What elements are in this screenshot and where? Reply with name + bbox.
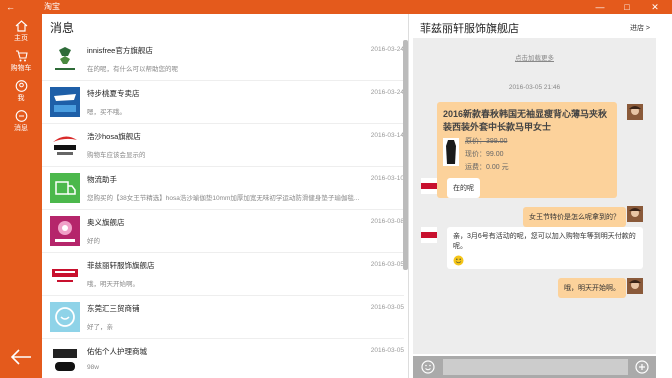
list-item-date: 2016-03-05 (370, 347, 404, 354)
list-item-name: 菲兹丽轩服饰旗舰店 (87, 261, 155, 270)
list-item-preview: 哦，明天开始啊。 (87, 281, 139, 288)
sidebar-item-home[interactable]: 主页 (0, 18, 42, 48)
plus-icon[interactable] (635, 360, 649, 374)
arrow-left-icon[interactable] (10, 348, 32, 366)
sidebar-item-me[interactable]: 我 (0, 78, 42, 108)
chat-message-incoming: 亲，3月6号有活动的呢，您可以加入购物车等到明天付款的呢。 (447, 227, 643, 269)
smile-icon[interactable] (421, 360, 435, 374)
product-shipping: 运费：0.00 元 (465, 164, 509, 171)
user-avatar (627, 104, 643, 120)
truck-icon (50, 173, 80, 203)
list-item-date: 2016-03-05 (370, 261, 404, 268)
message-list: 消息 innisfree官方旗舰店 在的呢，有什么可以帮助您的呢 2016-03… (42, 14, 409, 378)
list-item-name: 东莞汇三贸商铺 (87, 304, 140, 313)
list-item-preview: 在的呢，有什么可以帮助您的呢 (87, 66, 178, 73)
list-item-date: 2016-03-14 (370, 132, 404, 139)
product-title: 2016新款春秋韩国无袖显瘦背心薄马夹秋装西装外套中长款马甲女士 (443, 109, 608, 132)
maximize-button[interactable]: □ (617, 0, 637, 14)
shop-logo-icon (50, 130, 80, 160)
list-item-date: 2016-03-24 (370, 46, 404, 53)
message-list-header: 消息 (50, 21, 75, 35)
chat-shop-name: 菲兹丽轩服饰旗舰店 (420, 23, 519, 35)
app-title: 淘宝 (44, 2, 60, 11)
sidebar-item-label: 消息 (14, 125, 28, 132)
shop-logo-icon (50, 216, 80, 246)
shop-avatar (421, 227, 437, 243)
chat-message-text: 亲，3月6号有活动的呢，您可以加入购物车等到明天付款的呢。 (453, 233, 636, 250)
list-item[interactable]: 奥义旗舰店 好的 2016-03-08 (42, 210, 404, 253)
list-item[interactable]: 东莞汇三贸商铺 好了，亲 2016-03-05 (42, 296, 404, 339)
list-item[interactable]: 特步桃夏专卖店 嗯，买不哦。 2016-03-24 (42, 81, 404, 124)
sidebar-item-cart[interactable]: 购物车 (0, 48, 42, 78)
sidebar-item-label: 购物车 (10, 65, 32, 72)
list-scrollbar[interactable] (403, 40, 408, 270)
chat-message-outgoing: 哦，明天开始啊。 (558, 278, 626, 298)
list-item-name: 奥义旗舰店 (87, 218, 125, 227)
list-item[interactable]: 物流助手 您购买的【38女王节精选】hosa浩沙瑜伽垫10mm加厚加宽无味初学运… (42, 167, 404, 210)
sidebar-item-label: 我 (17, 95, 25, 102)
title-bar: ← 淘宝 — □ ✕ (0, 0, 672, 14)
list-item-date: 2016-03-05 (370, 304, 404, 311)
list-item-date: 2016-03-10 (370, 175, 404, 182)
list-item-preview: 好了，亲 (87, 324, 113, 331)
list-item-date: 2016-03-24 (370, 89, 404, 96)
message-icon (15, 110, 27, 122)
cart-icon (15, 50, 28, 62)
sidebar-item-messages[interactable]: 消息 (0, 108, 42, 138)
chat-timestamp: 2016-03-05 21:46 (508, 84, 561, 91)
shop-logo-icon (50, 44, 80, 74)
list-item-preview: 好的 (87, 238, 100, 245)
chat-message-incoming: 在的呢 (447, 178, 480, 198)
list-item-preview: 嗯，买不哦。 (87, 109, 126, 116)
close-button[interactable]: ✕ (645, 0, 665, 14)
list-item-name: innisfree官方旗舰店 (87, 46, 153, 55)
list-item[interactable]: 浩沙hosa旗舰店 购物车应该会显示的 2016-03-14 (42, 124, 404, 167)
list-item[interactable]: 佑佑个人护理商城 98w 2016-03-05 (42, 339, 404, 378)
list-item-name: 物流助手 (87, 175, 117, 184)
shop-avatar (421, 178, 437, 194)
list-item-preview: 您购买的【38女王节精选】hosa浩沙瑜伽垫10mm加厚加宽无味初学运动防滑健身… (87, 195, 360, 202)
chat-panel: 菲兹丽轩服饰旗舰店 进店 > 点击加载更多 2016-03-05 21:46 2… (411, 14, 656, 378)
list-item[interactable]: 菲兹丽轩服饰旗舰店 哦，明天开始啊。 2016-03-05 (42, 253, 404, 296)
shop-logo-icon (50, 87, 80, 117)
chat-scrollbar[interactable] (656, 14, 672, 378)
user-avatar (627, 206, 643, 222)
minimize-button[interactable]: — (590, 0, 610, 14)
smile-emoji-icon (453, 255, 637, 270)
list-item-name: 浩沙hosa旗舰店 (87, 132, 141, 141)
user-avatar (627, 278, 643, 294)
load-more-link[interactable]: 点击加载更多 (413, 52, 656, 62)
shop-logo-icon (50, 345, 80, 375)
shop-logo-icon (50, 259, 80, 289)
product-image (443, 138, 459, 166)
enter-shop-link[interactable]: 进店 > (630, 23, 650, 33)
list-item-name: 特步桃夏专卖店 (87, 89, 140, 98)
chat-message-input[interactable] (443, 359, 628, 375)
list-item-name: 佑佑个人护理商城 (87, 347, 147, 356)
sidebar-item-label: 主页 (14, 35, 28, 42)
list-item-preview: 购物车应该会显示的 (87, 152, 146, 159)
product-current-price: 现价：99.00 (465, 151, 504, 158)
list-item[interactable]: innisfree官方旗舰店 在的呢，有什么可以帮助您的呢 2016-03-24 (42, 38, 404, 81)
app-window: ← 淘宝 — □ ✕ 主页 购物车 我 消息 消息 innisfree官方旗舰店… (0, 0, 672, 378)
user-icon (15, 80, 27, 92)
chat-input-bar (413, 356, 656, 378)
shop-logo-icon (50, 302, 80, 332)
list-item-preview: 98w (87, 364, 99, 371)
home-icon (15, 20, 27, 32)
product-original-price: 原价：399.00 (465, 138, 508, 145)
chat-area: 点击加载更多 2016-03-05 21:46 2016新款春秋韩国无袖显瘦背心… (413, 38, 656, 354)
chat-message-outgoing: 女王节特价是怎么呢拿到的？ (523, 207, 626, 227)
back-arrow-icon[interactable]: ← (6, 1, 20, 13)
list-item-date: 2016-03-08 (370, 218, 404, 225)
sidebar: 主页 购物车 我 消息 (0, 14, 42, 378)
